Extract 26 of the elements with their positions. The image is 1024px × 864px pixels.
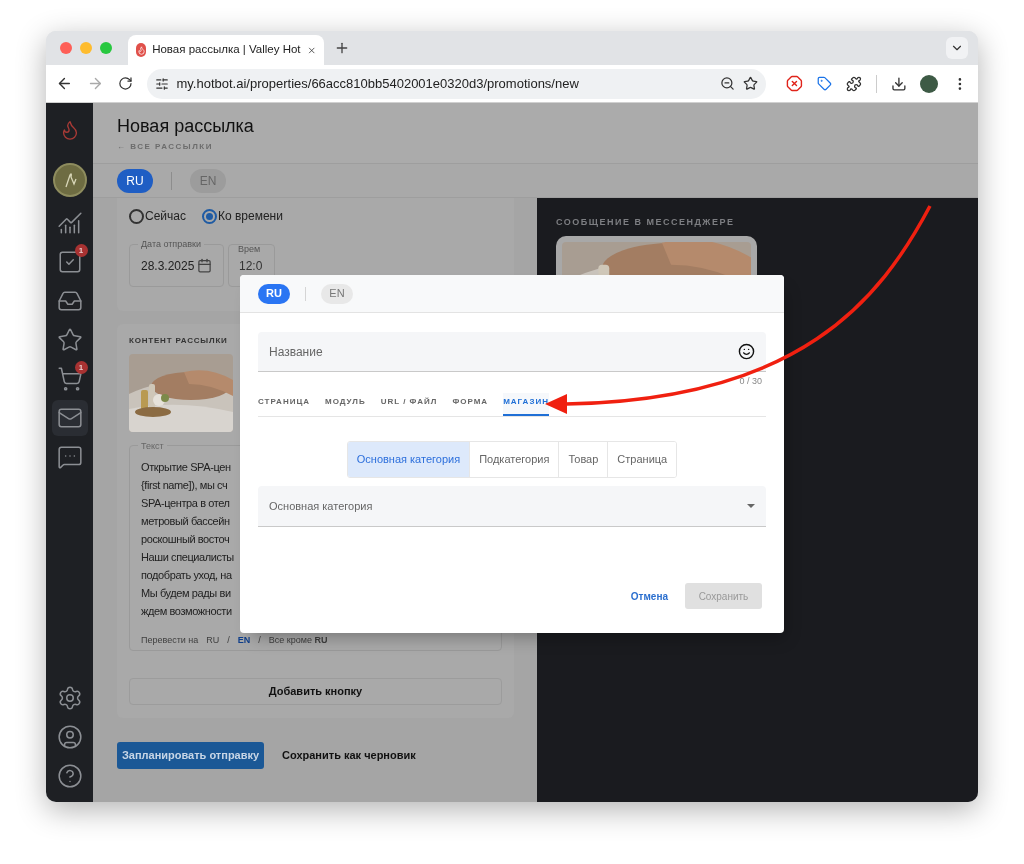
count-badge: 1 [74,361,88,374]
radio-label: Ко времени [217,208,283,225]
field-value: 12:0 [239,257,263,275]
url-text: my.hotbot.ai/properties/66acc810bb5402001e0320d3/promotions/new [176,74,580,93]
select-placeholder: Основная категория [269,498,373,514]
radio-label: Сейчас [145,208,186,225]
text-line: Мы будем рады ви [141,586,231,601]
translate-label: Перевести на [141,634,199,647]
text-line: Открытие SPA-цен [141,460,231,475]
tab-title: Новая рассылка | Valley Hot [152,42,301,58]
text-line: ждем возможности [141,604,232,619]
section-title: КОНТЕНТ РАССЫЛКИ [129,335,229,347]
text-line: подобрать уход, на [141,568,232,583]
field-value: 28.3.2025 [141,257,195,275]
character-counter: 0 / 30 [739,375,762,387]
separator-text: / [227,634,230,647]
text-line: Наши специалисты [141,550,234,565]
text-line: SPA-центра в отел [141,496,230,511]
count-badge: 1 [74,244,88,257]
text-line: роскошный восточ [141,532,230,547]
separator-text: / [258,634,261,647]
page-title: Новая рассылка [117,115,255,137]
section-title: СООБЩЕНИЕ В МЕССЕНДЖЕРЕ [556,216,736,229]
text-line: {first name]), мы сч [141,478,228,493]
field-label: Дата отправки [138,238,204,252]
text-line: метровый бассейн [141,514,230,529]
